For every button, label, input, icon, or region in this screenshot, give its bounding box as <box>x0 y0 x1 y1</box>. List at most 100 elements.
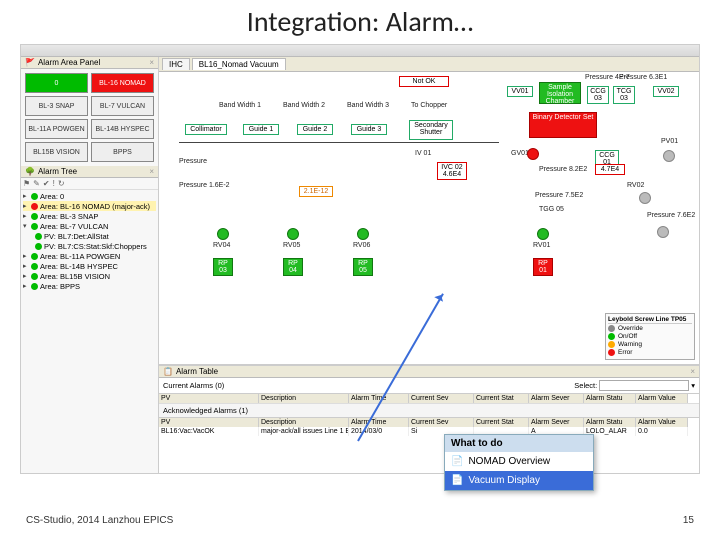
doc-icon: 📄 <box>451 475 463 486</box>
table-row[interactable]: BL16:Vac:VacOK major-ack/all issues Line… <box>159 427 699 436</box>
tree-item-pv[interactable]: PV: BL7:CS:Stat:Skf:Choppers <box>23 241 156 251</box>
col-astat[interactable]: Alarm Statu <box>584 394 636 403</box>
rp01: RP 01 <box>533 258 553 276</box>
table-icon: 📋 <box>163 367 173 376</box>
vacuum-tabs: IHC BL16_Nomad Vacuum <box>159 57 699 72</box>
area-button-nomad[interactable]: BL-16 NOMAD <box>91 73 154 93</box>
to-chopper: To Chopper <box>411 102 447 109</box>
legend-override: Override <box>618 325 643 332</box>
tree-item-selected[interactable]: ▸Area: BL-16 NOMAD (major-ack) <box>23 201 156 211</box>
alarm-tree-toolbar: ⚑ ✎ ✔ ! ↻ <box>21 178 158 190</box>
sample-chamber: Sample Isolation Chamber <box>539 82 581 104</box>
rv05-label: RV05 <box>283 242 300 249</box>
select-input[interactable] <box>599 380 689 391</box>
area-button-bpps[interactable]: BPPS <box>91 142 154 162</box>
toolbar-refresh-icon[interactable]: ↻ <box>58 179 65 188</box>
col-asev[interactable]: Alarm Sever <box>529 394 584 403</box>
area-button-powgen[interactable]: BL-11A POWGEN <box>25 119 88 139</box>
right-column: IHC BL16_Nomad Vacuum Not OK VV01 Sample… <box>159 57 699 473</box>
rv01[interactable] <box>537 228 549 240</box>
tab-ihc[interactable]: IHC <box>162 58 190 70</box>
tree-item-pv[interactable]: PV: BL7:Det:AllStat <box>23 231 156 241</box>
alarm-tree-label: Alarm Tree <box>38 167 77 176</box>
legend-on: On/Off <box>618 333 637 340</box>
area-button-snap[interactable]: BL-3 SNAP <box>25 96 88 116</box>
collimator: Collimator <box>185 124 227 135</box>
bw3: Band Width 3 <box>347 102 389 109</box>
guide1: Guide 1 <box>243 124 279 135</box>
tree-item[interactable]: ▸Area: BL15B VISION <box>23 271 156 281</box>
ctx-item-vacuum[interactable]: 📄 Vacuum Display <box>445 471 593 490</box>
iv01: IV 01 <box>415 150 431 157</box>
col-pv[interactable]: PV <box>159 394 259 403</box>
bw1: Band Width 1 <box>219 102 261 109</box>
pressure-left: Pressure 1.6E-2 <box>179 182 230 189</box>
area-button-vulcan[interactable]: BL-7 VULCAN <box>91 96 154 116</box>
pump-gray[interactable] <box>657 226 669 238</box>
close-icon[interactable]: × <box>690 367 695 376</box>
alarm-tree-list: ▸Area: 0 ▸Area: BL-16 NOMAD (major-ack) … <box>21 190 158 292</box>
area-button-vision[interactable]: BL15B VISION <box>25 142 88 162</box>
legend: Leybold Screw Line TP05 Override On/Off … <box>605 313 695 360</box>
rv04[interactable] <box>217 228 229 240</box>
rv02[interactable] <box>639 192 651 204</box>
rv06[interactable] <box>357 228 369 240</box>
col-asev[interactable]: Alarm Sever <box>529 418 584 427</box>
toolbar-excl-icon[interactable]: ! <box>53 179 55 188</box>
cell-pv: BL16:Vac:VacOK <box>159 427 259 436</box>
col-desc[interactable]: Description <box>259 418 349 427</box>
toolbar-flag-icon[interactable]: ⚑ <box>23 179 30 188</box>
vv02: VV02 <box>653 86 679 97</box>
gv01-valve[interactable] <box>527 148 539 160</box>
col-cstat[interactable]: Current Stat <box>474 418 529 427</box>
rv04-label: RV04 <box>213 242 230 249</box>
tgg05: TGG 05 <box>539 206 564 213</box>
rv01-label: RV01 <box>533 242 550 249</box>
pressure-82e2: Pressure 8.2E2 <box>539 166 587 173</box>
tree-item[interactable]: ▸Area: 0 <box>23 191 156 201</box>
rv06-label: RV06 <box>353 242 370 249</box>
cell-desc: major-ack/all issues Line 1 B Vacuum <box>259 427 349 436</box>
dropdown-icon[interactable]: ▾ <box>691 381 695 390</box>
ack-alarms-label: Acknowledged Alarms (1) <box>159 403 699 417</box>
alarm-tree-tab[interactable]: 🌳 Alarm Tree × <box>21 166 158 178</box>
tree-item[interactable]: ▸Area: BL-11A POWGEN <box>23 251 156 261</box>
vacuum-synoptic: Not OK VV01 Sample Isolation Chamber CCG… <box>159 72 699 365</box>
col-pv[interactable]: PV <box>159 418 259 427</box>
alarm-table-label: Alarm Table <box>176 367 218 376</box>
ctx-item-overview[interactable]: 📄 NOMAD Overview <box>445 452 593 471</box>
tree-item[interactable]: ▸Area: BPPS <box>23 281 156 291</box>
col-cstat[interactable]: Current Stat <box>474 394 529 403</box>
app-window: 🚩 Alarm Area Panel × 0 BL-16 NOMAD BL-3 … <box>20 44 700 474</box>
rv02-label: RV02 <box>627 182 644 189</box>
col-time[interactable]: Alarm Time <box>349 418 409 427</box>
toolbar-check-icon[interactable]: ✔ <box>43 179 50 188</box>
area-button-0[interactable]: 0 <box>25 73 88 93</box>
tree-item[interactable]: ▸Area: BL-14B HYSPEC <box>23 261 156 271</box>
pv01-valve[interactable] <box>663 150 675 162</box>
tree-item[interactable]: ▾Area: BL-7 VULCAN <box>23 221 156 231</box>
pressure-lbl: Pressure <box>179 158 207 165</box>
close-icon[interactable]: × <box>149 167 154 176</box>
col-csev[interactable]: Current Sev <box>409 394 474 403</box>
area-button-hyspec[interactable]: BL-14B HYSPEC <box>91 119 154 139</box>
pv01: PV01 <box>661 138 678 145</box>
cell-time: 2014/03/0 <box>349 427 409 436</box>
select-label: Select: <box>574 381 597 390</box>
col-aval[interactable]: Alarm Value <box>636 394 688 403</box>
tree-item[interactable]: ▸Area: BL-3 SNAP <box>23 211 156 221</box>
close-icon[interactable]: × <box>149 58 154 67</box>
col-csev[interactable]: Current Sev <box>409 418 474 427</box>
col-desc[interactable]: Description <box>259 394 349 403</box>
footer-left: CS-Studio, 2014 Lanzhou EPICS <box>26 515 173 526</box>
col-astat[interactable]: Alarm Statu <box>584 418 636 427</box>
alarm-area-panel-tab[interactable]: 🚩 Alarm Area Panel × <box>21 57 158 69</box>
alarm-table-header: Current Alarms (0) Select: ▾ <box>159 378 699 393</box>
col-aval[interactable]: Alarm Value <box>636 418 688 427</box>
alarm-table-tab[interactable]: 📋 Alarm Table × <box>159 366 699 378</box>
legend-error: Error <box>618 349 632 356</box>
context-menu: What to do 📄 NOMAD Overview 📄 Vacuum Dis… <box>444 434 594 491</box>
toolbar-edit-icon[interactable]: ✎ <box>33 179 40 188</box>
tab-nomad-vacuum[interactable]: BL16_Nomad Vacuum <box>192 58 286 70</box>
rv05[interactable] <box>287 228 299 240</box>
